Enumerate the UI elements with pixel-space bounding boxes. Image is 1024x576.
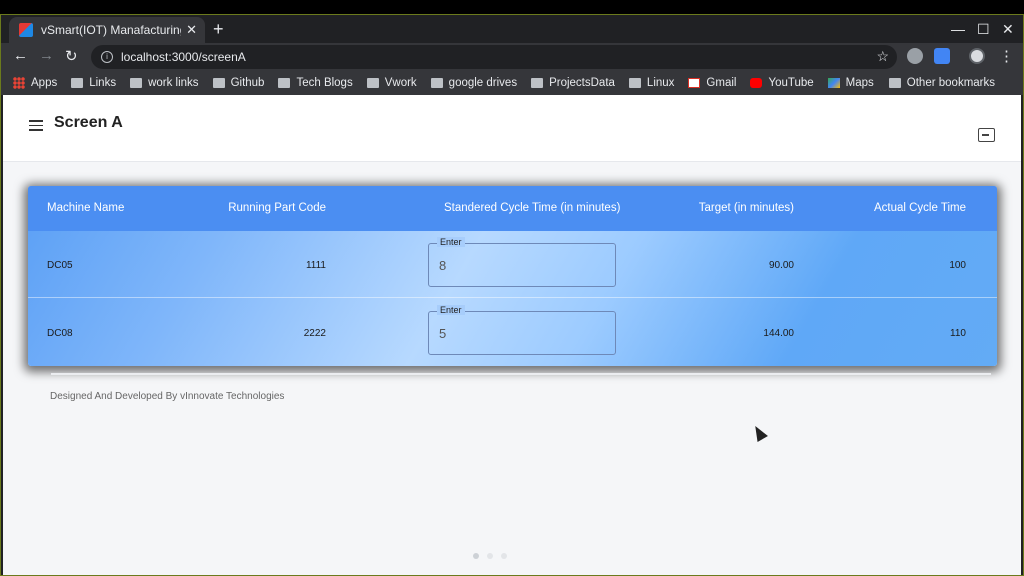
- folder-icon: [531, 78, 544, 88]
- table-row: DC08 2222 Enter 144.00 110: [28, 299, 997, 366]
- bookmark-label: google drives: [448, 77, 518, 89]
- bookmark-item[interactable]: YouTube: [750, 77, 814, 89]
- back-button[interactable]: ←: [13, 47, 28, 64]
- actual-cycle-time-cell: 110: [950, 328, 966, 339]
- browser-toolbar: ← → ↻ i localhost:3000/screenA ☆ ⋮: [1, 43, 1023, 71]
- window-close-button[interactable]: ✕: [1002, 21, 1014, 38]
- part-code-cell: 2222: [303, 328, 326, 339]
- folder-icon: [888, 78, 901, 88]
- header-target: Target (in minutes): [698, 202, 794, 214]
- new-tab-button[interactable]: +: [213, 19, 224, 40]
- browser-menu-icon[interactable]: ⋮: [999, 47, 1014, 65]
- bookmark-item[interactable]: Github: [212, 77, 265, 89]
- bookmark-item[interactable]: Links: [71, 77, 116, 89]
- minimize-button[interactable]: —: [951, 21, 965, 37]
- extension-icon[interactable]: [907, 48, 923, 64]
- machine-name-cell: DC05: [47, 260, 73, 271]
- std-cycle-time-input[interactable]: [439, 324, 599, 342]
- folder-icon: [628, 78, 641, 88]
- bookmarks-bar: Apps Links work links Github Tech Blogs Vwork…: [1, 71, 1023, 95]
- folder-icon: [212, 78, 225, 88]
- diamond-extension-icon[interactable]: [934, 48, 950, 64]
- part-code-cell: 1111: [305, 260, 326, 271]
- machine-name-cell: DC08: [47, 328, 73, 339]
- reload-button[interactable]: ↻: [65, 47, 78, 65]
- folder-icon: [430, 78, 443, 88]
- bookmark-item[interactable]: work links: [130, 77, 199, 89]
- std-cycle-time-field[interactable]: Enter: [428, 305, 616, 355]
- tab-close-icon[interactable]: ✕: [186, 22, 197, 38]
- bookmark-label: Links: [89, 77, 117, 89]
- favicon-icon: [19, 23, 33, 37]
- bookmark-label: ProjectsData: [549, 77, 615, 89]
- address-bar[interactable]: i localhost:3000/screenA ☆: [91, 45, 897, 69]
- other-bookmarks[interactable]: Other bookmarks: [888, 77, 995, 89]
- forward-button[interactable]: →: [39, 47, 54, 64]
- bookmark-item[interactable]: Apps: [13, 77, 57, 89]
- bookmark-item[interactable]: Tech Blogs: [278, 77, 353, 89]
- actual-cycle-time-cell: 100: [949, 260, 966, 271]
- table-header: Machine Name Running Part Code Standered…: [28, 186, 997, 231]
- gmail-icon: [688, 78, 701, 88]
- table-row: DC05 1111 Enter 90.00 100: [28, 231, 997, 298]
- bookmark-label: Gmail: [706, 77, 737, 89]
- divider: [51, 373, 991, 375]
- page-dot[interactable]: [473, 553, 479, 559]
- page-dot[interactable]: [487, 553, 493, 559]
- page-dot[interactable]: [501, 553, 507, 559]
- app-bar: Screen A: [3, 95, 1021, 162]
- tab-title: vSmart(IOT) Manafacturing E: [41, 23, 181, 37]
- header-part-code: Running Part Code: [228, 202, 326, 214]
- bookmark-label: Vwork: [384, 77, 417, 89]
- info-icon[interactable]: i: [101, 51, 113, 63]
- target-cell: 144.00: [763, 328, 794, 339]
- footer-credit: Designed And Developed By vInnovate Tech…: [50, 391, 285, 402]
- field-label: Enter: [437, 305, 465, 315]
- browser-tab[interactable]: vSmart(IOT) Manafacturing E ✕: [9, 17, 205, 43]
- bookmark-item[interactable]: google drives: [430, 77, 518, 89]
- hamburger-menu-icon[interactable]: [29, 120, 43, 131]
- bookmark-item[interactable]: Gmail: [688, 77, 736, 89]
- other-bookmarks-label: Other bookmarks: [906, 77, 995, 89]
- browser-window: vSmart(IOT) Manafacturing E ✕ + — ☐ ✕ ← …: [0, 14, 1024, 576]
- bookmark-item[interactable]: Maps: [827, 77, 874, 89]
- maps-icon: [827, 78, 840, 88]
- tab-strip: vSmart(IOT) Manafacturing E ✕ + — ☐ ✕: [1, 15, 1023, 43]
- header-std-cycle-time: Standered Cycle Time (in minutes): [444, 202, 621, 214]
- youtube-icon: [750, 78, 763, 88]
- target-cell: 90.00: [768, 260, 794, 271]
- folder-icon: [366, 78, 379, 88]
- bookmark-item[interactable]: Linux: [628, 77, 675, 89]
- maximize-button[interactable]: ☐: [977, 21, 990, 38]
- bookmark-star-icon[interactable]: ☆: [876, 48, 889, 65]
- logout-icon[interactable]: [978, 128, 995, 142]
- mouse-cursor-icon: [750, 423, 768, 442]
- bookmark-label: YouTube: [768, 77, 814, 89]
- page-title: Screen A: [54, 114, 123, 131]
- bookmark-label: Apps: [31, 77, 58, 89]
- field-label: Enter: [437, 237, 465, 247]
- header-machine-name: Machine Name: [47, 202, 125, 214]
- bookmark-label: work links: [148, 77, 199, 89]
- folder-icon: [278, 78, 291, 88]
- page-indicator: [473, 553, 507, 559]
- bookmark-label: Tech Blogs: [296, 77, 353, 89]
- apps-icon: [13, 77, 25, 89]
- std-cycle-time-input[interactable]: [439, 256, 599, 274]
- folder-icon: [130, 78, 143, 88]
- profile-avatar[interactable]: [969, 48, 985, 64]
- std-cycle-time-field[interactable]: Enter: [428, 237, 616, 287]
- url-text[interactable]: localhost:3000/screenA: [121, 50, 246, 64]
- bookmark-label: Maps: [845, 77, 874, 89]
- bookmark-label: Github: [230, 77, 265, 89]
- machine-table: Machine Name Running Part Code Standered…: [28, 186, 997, 366]
- bookmark-label: Linux: [646, 77, 675, 89]
- folder-icon: [71, 78, 84, 88]
- bookmark-item[interactable]: ProjectsData: [531, 77, 615, 89]
- header-actual-cycle-time: Actual Cycle Time: [873, 202, 966, 214]
- bookmark-item[interactable]: Vwork: [366, 77, 417, 89]
- app-page: Screen A Machine Name Running Part Code …: [3, 95, 1021, 575]
